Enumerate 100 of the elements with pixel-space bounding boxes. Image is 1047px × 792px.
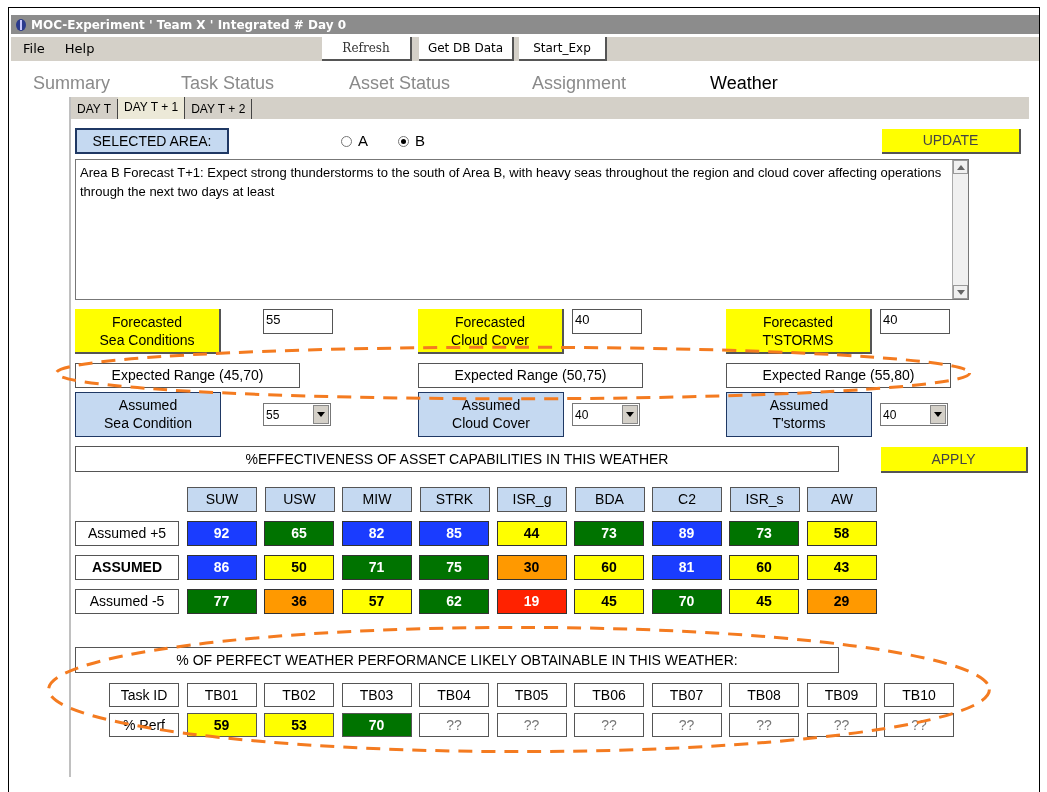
task-id-cell: TB01 <box>186 683 257 707</box>
effectiveness-cell: 43 <box>806 555 877 580</box>
effectiveness-cell: 45 <box>729 589 799 614</box>
column-header: ISR_g <box>497 487 567 512</box>
performance-title: % OF PERFECT WEATHER PERFORMANCE LIKELY OBTAINABLE IN THIS WEATHER: <box>75 647 839 673</box>
toolbar-button[interactable]: Refresh <box>322 37 412 61</box>
task-id-cell: TB06 <box>574 683 644 707</box>
effectiveness-cell: 85 <box>419 521 489 546</box>
performance-cell: ?? <box>419 713 489 737</box>
main-tab[interactable]: Asset Status <box>349 70 532 97</box>
forecast-button[interactable]: Forecasted T'STORMS <box>726 309 872 354</box>
assumed-label: Assumed T'storms <box>726 392 872 437</box>
column-header: C2 <box>652 487 722 512</box>
effectiveness-cell: 81 <box>651 555 722 580</box>
column-header: STRK <box>419 487 490 512</box>
task-id-cell: TB03 <box>341 683 412 707</box>
effectiveness-cell: 73 <box>729 521 799 546</box>
task-id-cell: TB04 <box>419 683 489 707</box>
forecast-value-field[interactable]: 55 <box>263 309 333 334</box>
forecast-value-field[interactable]: 40 <box>572 309 642 334</box>
performance-cell: ?? <box>651 713 722 737</box>
effectiveness-cell: 73 <box>574 521 644 546</box>
effectiveness-cell: 71 <box>341 555 412 580</box>
column-header: BDA <box>574 487 645 512</box>
forecast-button[interactable]: Forecasted Cloud Cover <box>418 309 564 354</box>
column-header: ISR_s <box>729 487 800 512</box>
effectiveness-cell: 86 <box>186 555 257 580</box>
main-tab[interactable]: Summary <box>33 70 181 97</box>
area-radio[interactable]: B <box>398 129 426 153</box>
expected-range-label: Expected Range (45,70) <box>75 363 300 388</box>
radio-icon[interactable] <box>341 135 352 147</box>
selected-area-label: SELECTED AREA: <box>75 128 229 154</box>
column-header: USW <box>264 487 335 512</box>
assumed-value-dropdown[interactable]: 40 <box>572 403 640 426</box>
forecast-text-area[interactable]: Area B Forecast T+1: Expect strong thunderstorms to the south of Area B, with heavy seas throughout the region and cloud cover affecting operations through the next two days at least <box>75 159 969 300</box>
task-id-cell: TB07 <box>651 683 722 707</box>
effectiveness-cell: 45 <box>574 589 644 614</box>
main-tab[interactable]: Weather <box>710 70 830 97</box>
forecast-value-field[interactable]: 40 <box>880 309 950 334</box>
app-logo-icon <box>15 17 27 32</box>
effectiveness-cell: 60 <box>729 555 799 580</box>
window-title: MOC-Experiment ' Team X ' Integrated # Day 0 <box>31 16 347 34</box>
scrollbar[interactable] <box>952 160 968 299</box>
row-label: Task ID <box>109 683 179 707</box>
effectiveness-cell: 60 <box>574 555 644 580</box>
performance-cell: ?? <box>806 713 877 737</box>
effectiveness-cell: 50 <box>264 555 334 580</box>
row-label: Assumed +5 <box>75 521 179 546</box>
performance-cell: ?? <box>574 713 644 737</box>
effectiveness-cell: 19 <box>496 589 567 614</box>
radio-icon[interactable] <box>398 135 409 147</box>
effectiveness-cell: 70 <box>651 589 722 614</box>
effectiveness-cell: 75 <box>419 555 489 580</box>
area-radio[interactable]: A <box>341 129 368 153</box>
effectiveness-cell: 77 <box>186 589 257 614</box>
update-button[interactable]: UPDATE <box>882 128 1021 154</box>
effectiveness-cell: 82 <box>341 521 412 546</box>
effectiveness-cell: 44 <box>496 521 567 546</box>
effectiveness-cell: 65 <box>264 521 334 546</box>
apply-button[interactable]: APPLY <box>881 447 1028 473</box>
performance-cell: 70 <box>341 713 412 737</box>
scroll-down-icon[interactable] <box>953 285 968 299</box>
menu-item[interactable]: File <box>23 39 45 59</box>
row-label: Assumed -5 <box>75 589 179 614</box>
effectiveness-cell: 89 <box>651 521 722 546</box>
task-id-cell: TB02 <box>264 683 334 707</box>
assumed-label: Assumed Cloud Cover <box>418 392 564 437</box>
performance-cell: 59 <box>186 713 257 737</box>
scroll-up-icon[interactable] <box>953 160 968 174</box>
effectiveness-cell: 36 <box>264 589 334 614</box>
performance-cell: ?? <box>729 713 799 737</box>
task-id-cell: TB05 <box>496 683 567 707</box>
performance-cell: ?? <box>496 713 567 737</box>
task-id-cell: TB09 <box>806 683 877 707</box>
effectiveness-cell: 57 <box>341 589 412 614</box>
performance-cell: 53 <box>264 713 334 737</box>
main-tab[interactable]: Task Status <box>181 70 349 97</box>
expected-range-label: Expected Range (55,80) <box>726 363 951 388</box>
task-id-cell: TB08 <box>729 683 799 707</box>
column-header: AW <box>807 487 877 512</box>
day-tab[interactable]: DAY T + 1 <box>118 97 186 119</box>
forecast-button[interactable]: Forecasted Sea Conditions <box>75 309 221 354</box>
expected-range-label: Expected Range (50,75) <box>418 363 643 388</box>
column-header: SUW <box>187 487 257 512</box>
menu-item[interactable]: Help <box>64 39 95 59</box>
toolbar-button[interactable]: Get DB Data <box>419 37 514 61</box>
task-id-cell: TB10 <box>884 683 954 707</box>
main-tab[interactable]: Assignment <box>532 70 710 97</box>
effectiveness-cell: 58 <box>806 521 877 546</box>
effectiveness-cell: 29 <box>806 589 877 614</box>
effectiveness-title: %EFFECTIVENESS OF ASSET CAPABILITIES IN THIS WEATHER <box>75 445 839 472</box>
column-header: MIW <box>342 487 412 512</box>
effectiveness-cell: 30 <box>496 555 567 580</box>
row-label: ASSUMED <box>75 555 179 580</box>
assumed-value-dropdown[interactable]: 40 <box>880 403 948 426</box>
toolbar-button[interactable]: Start_Exp <box>519 37 607 61</box>
assumed-value-dropdown[interactable]: 55 <box>263 403 331 426</box>
assumed-label: Assumed Sea Condition <box>75 392 221 437</box>
effectiveness-cell: 92 <box>186 521 257 546</box>
effectiveness-cell: 62 <box>419 589 489 614</box>
